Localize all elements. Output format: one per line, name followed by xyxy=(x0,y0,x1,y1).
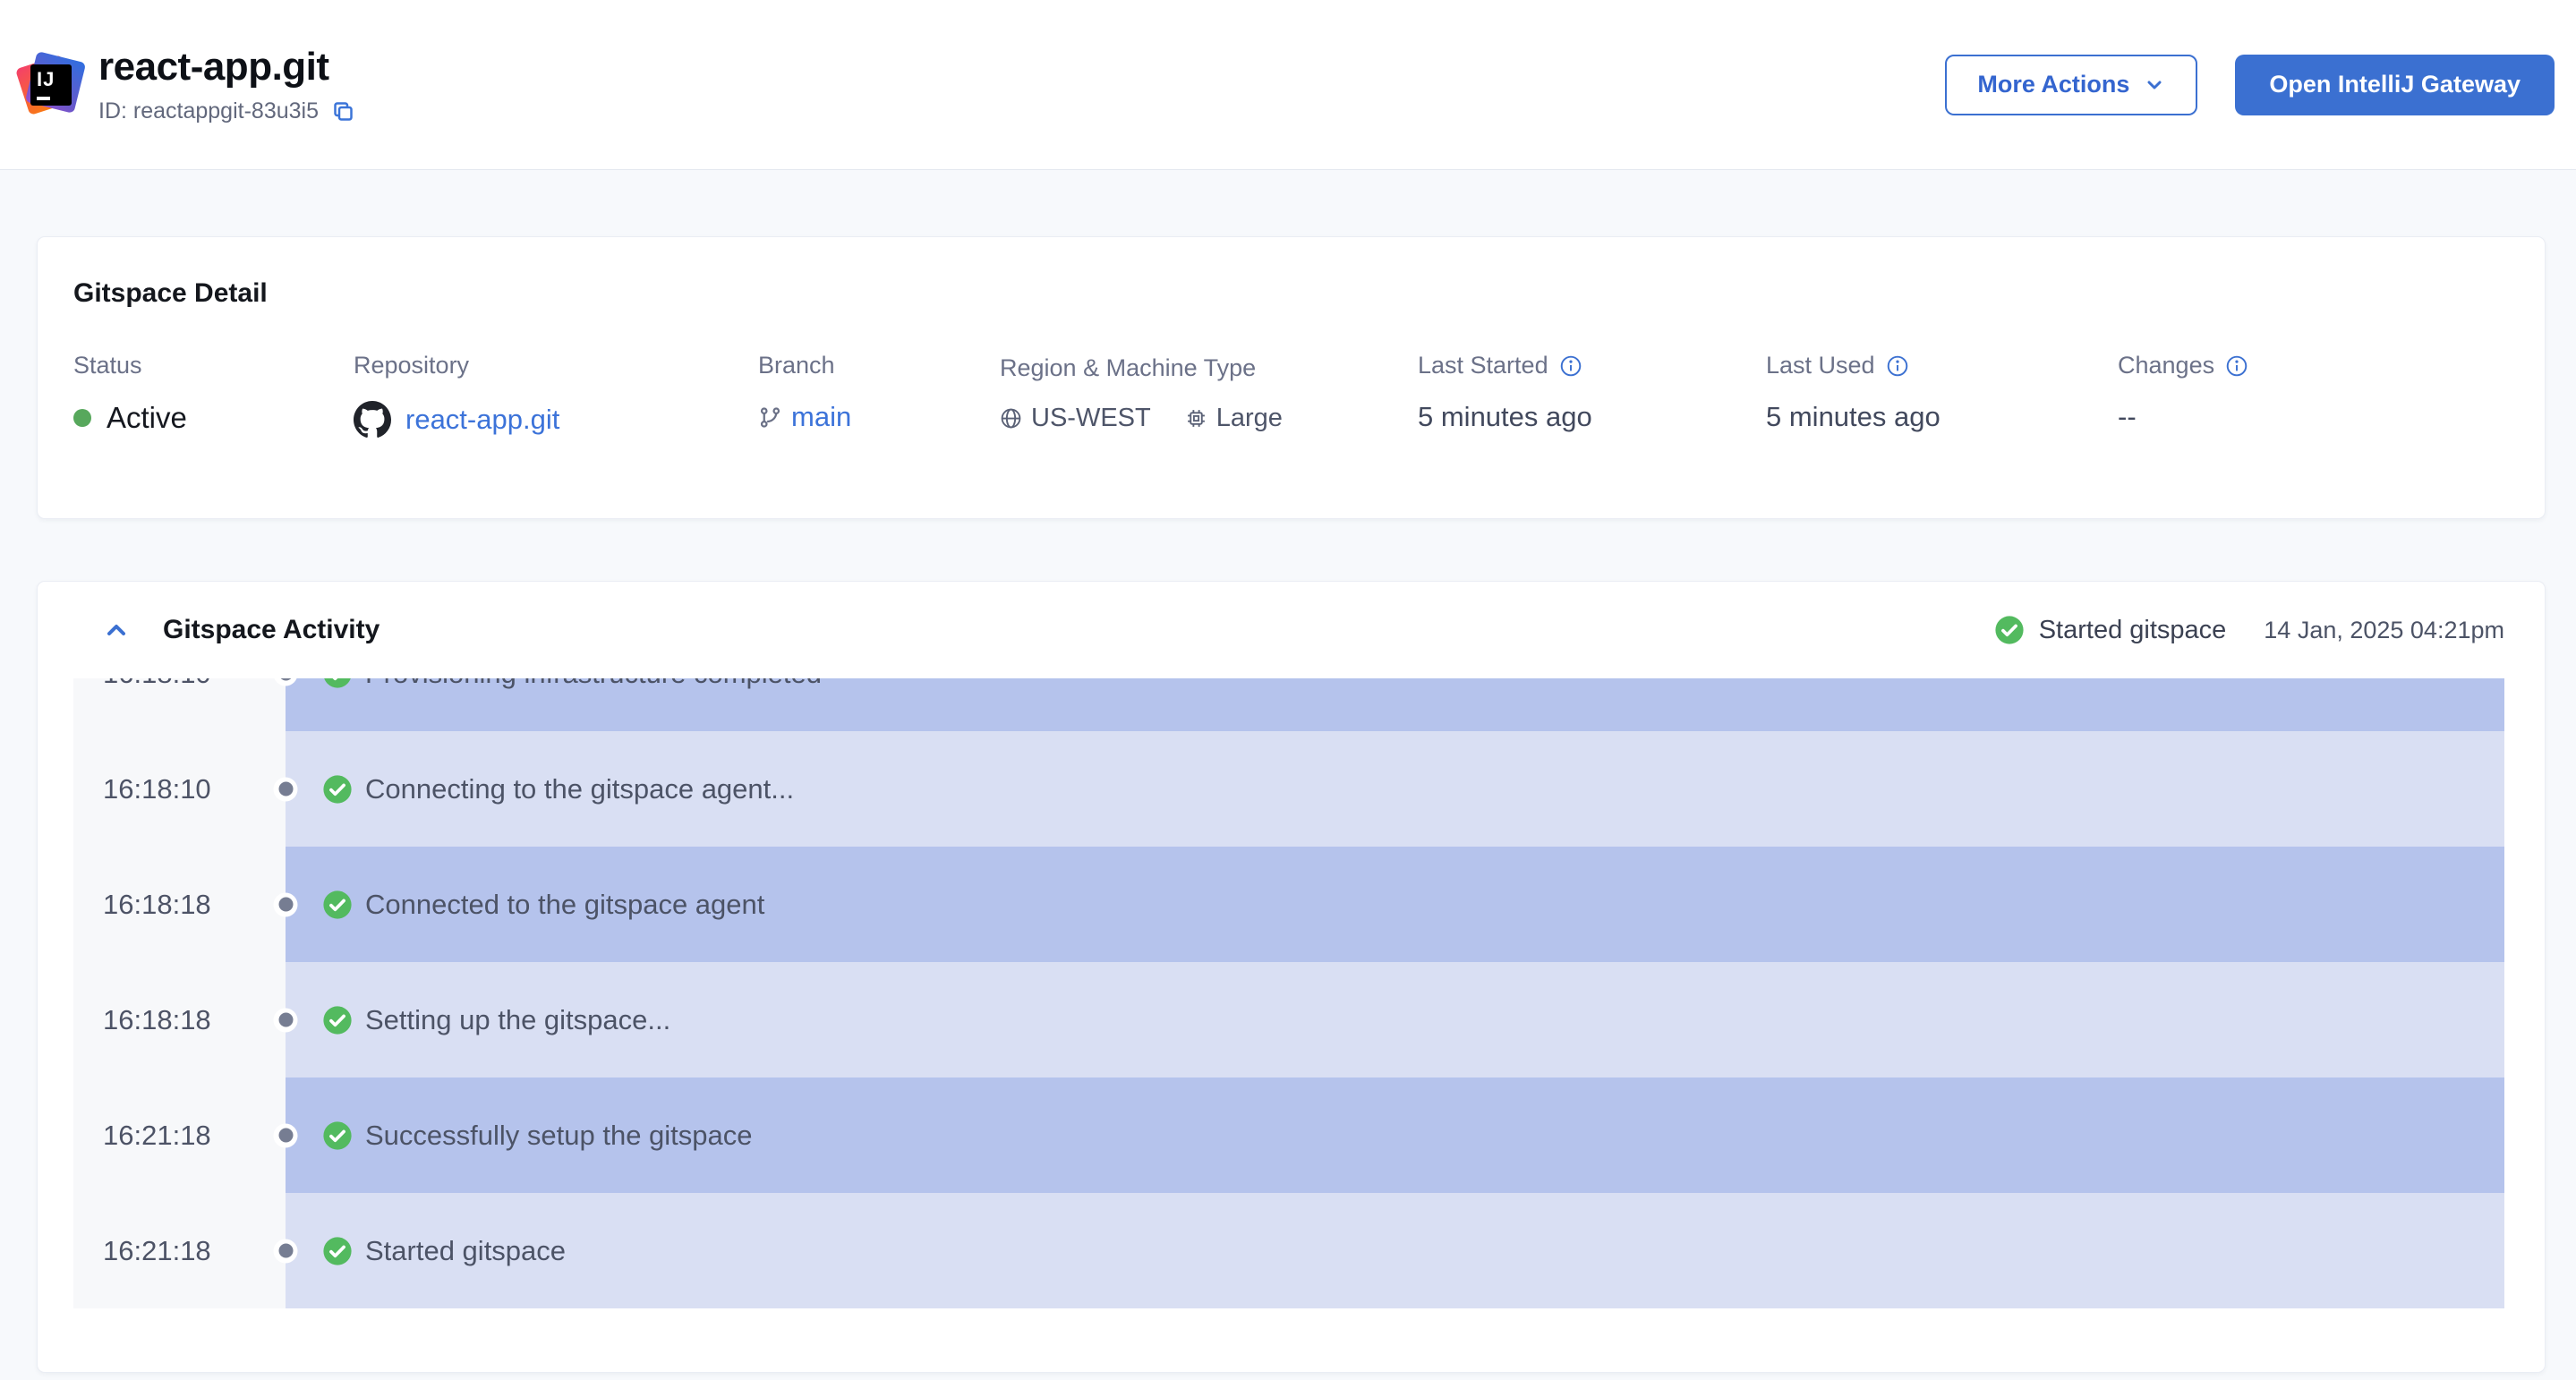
open-intellij-gateway-button[interactable]: Open IntelliJ Gateway xyxy=(2235,55,2555,115)
success-check-icon xyxy=(1994,615,2025,645)
globe-icon xyxy=(1000,407,1022,430)
status-label: Status xyxy=(73,352,187,379)
activity-time: 16:21:18 xyxy=(73,1193,286,1308)
activity-message: Connecting to the gitspace agent... xyxy=(365,773,794,805)
activity-message: Setting up the gitspace... xyxy=(365,1004,670,1036)
success-check-icon xyxy=(322,890,353,920)
last-used-label: Last Used xyxy=(1766,352,1875,379)
chevron-up-icon xyxy=(102,616,131,644)
more-actions-button[interactable]: More Actions xyxy=(1945,55,2197,115)
activity-message: Connected to the gitspace agent xyxy=(365,889,764,921)
success-check-icon xyxy=(322,1236,353,1266)
timeline-dot-icon xyxy=(274,1123,298,1147)
info-icon[interactable] xyxy=(2225,354,2248,378)
branch-link[interactable]: main xyxy=(791,401,851,433)
activity-time: 16:18:10 xyxy=(73,731,286,847)
activity-time: 16:18:18 xyxy=(73,962,286,1078)
timeline-dot-icon xyxy=(274,777,298,801)
success-check-icon xyxy=(322,1120,353,1151)
repository-label: Repository xyxy=(354,352,559,379)
activity-card-title: Gitspace Activity xyxy=(163,615,380,645)
copy-icon xyxy=(331,99,355,124)
region-value: US-WEST xyxy=(1031,404,1151,433)
more-actions-label: More Actions xyxy=(1977,71,2129,98)
activity-row: 16:18:18 Connected to the gitspace agent xyxy=(73,847,2504,962)
changes-label: Changes xyxy=(2118,352,2214,379)
activity-message: Started gitspace xyxy=(365,1235,566,1267)
copy-id-button[interactable] xyxy=(331,99,355,124)
machine-type-icon xyxy=(1185,407,1207,430)
branch-label: Branch xyxy=(758,352,851,379)
timeline-dot-icon xyxy=(274,1008,298,1032)
success-check-icon xyxy=(322,1005,353,1035)
status-dot-icon xyxy=(73,409,91,427)
repository-link[interactable]: react-app.git xyxy=(405,404,559,436)
page-title: react-app.git xyxy=(98,45,355,89)
status-value: Active xyxy=(107,401,187,435)
activity-timeline[interactable]: 16:18:10 Provisioning infrastructure com… xyxy=(73,678,2504,1308)
region-machine-label: Region & Machine Type xyxy=(1000,354,1283,382)
gitspace-activity-card: Gitspace Activity Started gitspace 14 Ja… xyxy=(37,581,2546,1373)
gitspace-detail-card: Gitspace Detail Status Active Repository… xyxy=(37,236,2546,519)
activity-row: 16:18:10 Connecting to the gitspace agen… xyxy=(73,731,2504,847)
activity-time: 16:18:18 xyxy=(73,847,286,962)
info-icon[interactable] xyxy=(1559,354,1582,378)
activity-message: Provisioning infrastructure completed xyxy=(365,678,822,690)
last-started-label: Last Started xyxy=(1418,352,1548,379)
activity-row: 16:21:18 Started gitspace xyxy=(73,1193,2504,1308)
last-used-value: 5 minutes ago xyxy=(1766,401,1941,433)
github-icon xyxy=(354,401,391,439)
last-started-value: 5 minutes ago xyxy=(1418,401,1592,433)
info-icon[interactable] xyxy=(1886,354,1909,378)
activity-row: 16:18:10 Provisioning infrastructure com… xyxy=(73,678,2504,731)
activity-row: 16:18:18 Setting up the gitspace... xyxy=(73,962,2504,1078)
intellij-logo-icon: IJ xyxy=(23,57,79,113)
app-header: IJ react-app.git ID: reactappgit-83u3i5 … xyxy=(0,0,2576,170)
activity-time: 16:18:10 xyxy=(73,678,286,731)
gitspace-id: ID: reactappgit-83u3i5 xyxy=(98,98,319,124)
timeline-dot-icon xyxy=(274,892,298,916)
detail-card-title: Gitspace Detail xyxy=(73,278,268,309)
gateway-label: Open IntelliJ Gateway xyxy=(2269,71,2521,98)
timeline-dot-icon xyxy=(274,1239,298,1263)
latest-event-timestamp: 14 Jan, 2025 04:21pm xyxy=(2264,617,2504,644)
activity-message: Successfully setup the gitspace xyxy=(365,1120,753,1152)
success-check-icon xyxy=(322,678,353,689)
chevron-down-icon xyxy=(2144,74,2165,96)
success-check-icon xyxy=(322,774,353,805)
latest-event-label: Started gitspace xyxy=(2039,616,2227,645)
changes-value: -- xyxy=(2118,401,2248,433)
machine-type-value: Large xyxy=(1216,404,1283,433)
git-branch-icon xyxy=(758,405,782,430)
collapse-activity-button[interactable] xyxy=(102,616,131,644)
activity-time: 16:21:18 xyxy=(73,1078,286,1193)
activity-row: 16:21:18 Successfully setup the gitspace xyxy=(73,1078,2504,1193)
